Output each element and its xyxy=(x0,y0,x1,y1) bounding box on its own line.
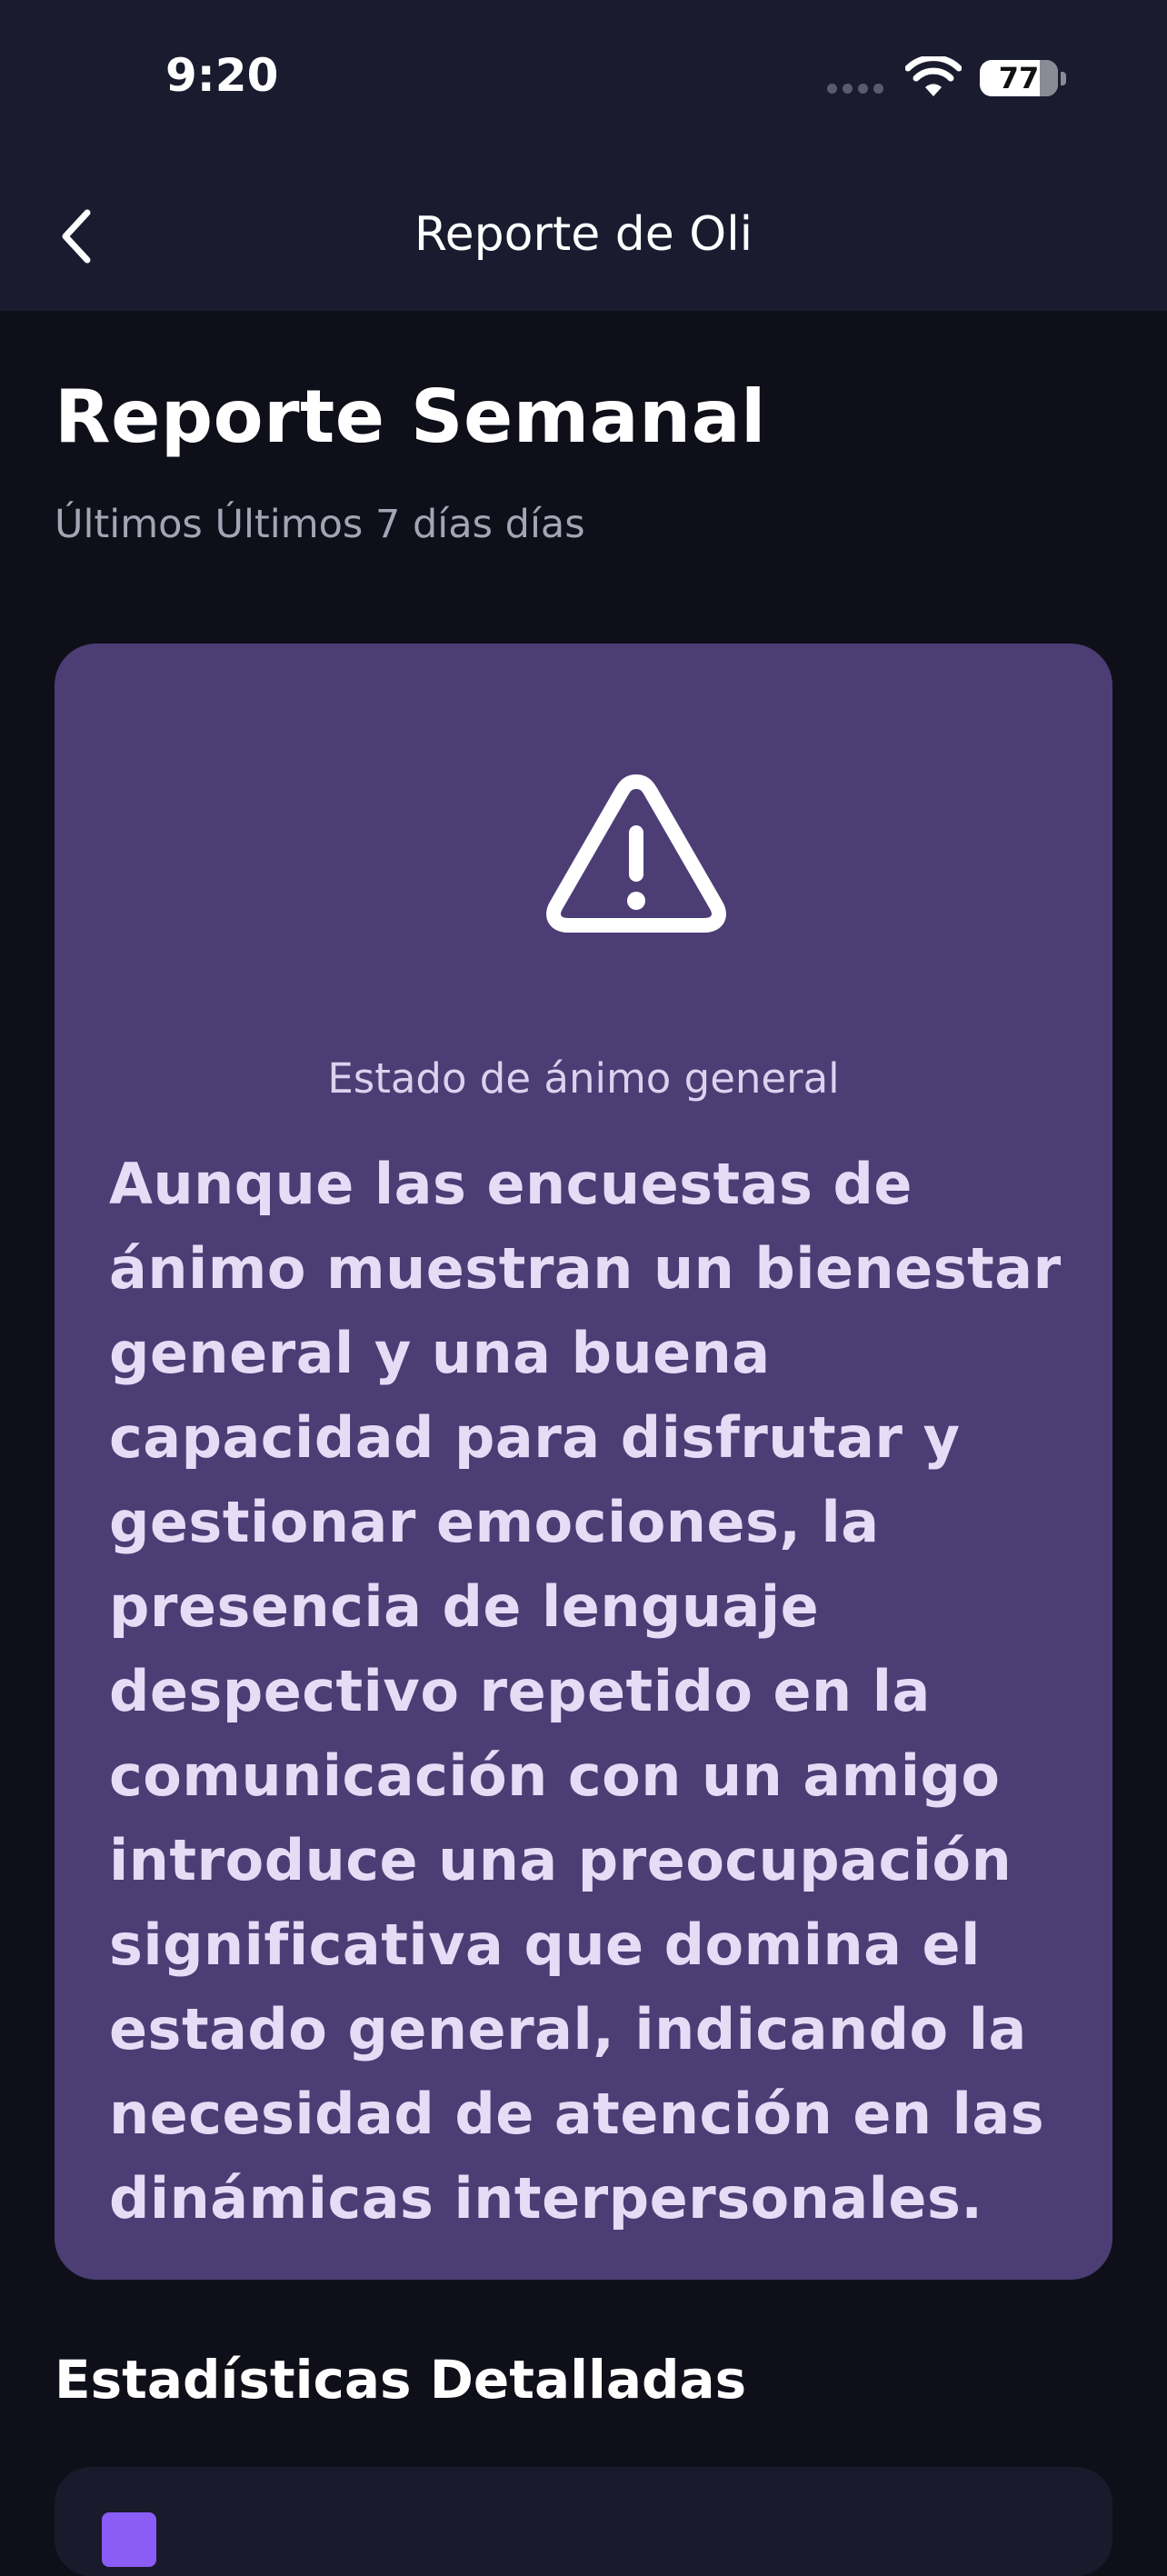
nav-title: Reporte de Oli xyxy=(414,207,753,262)
mood-summary-text: Aunque las encuestas de ánimo muestran u… xyxy=(109,1151,1062,2232)
battery-level: 77 xyxy=(998,61,1040,95)
mood-summary-card: Estado de ánimo general Aunque las encue… xyxy=(55,644,1112,2280)
stats-card xyxy=(55,2467,1112,2576)
battery-tip xyxy=(1061,72,1066,85)
page-title: Reporte Semanal xyxy=(55,374,766,459)
app-header: 9:20 77 Reporte de Oli xyxy=(0,0,1167,311)
section-title-stats: Estadísticas Detalladas xyxy=(55,2349,747,2411)
status-time: 9:20 xyxy=(165,49,279,102)
cellular-signal-icon xyxy=(827,84,883,94)
stats-swatch xyxy=(102,2512,156,2567)
wifi-icon xyxy=(905,56,962,96)
page-subtitle: Últimos Últimos 7 días días xyxy=(55,502,585,547)
battery-icon: 77 xyxy=(980,60,1058,96)
warning-triangle-icon xyxy=(546,774,726,933)
mood-label: Estado de ánimo general xyxy=(327,1054,840,1103)
